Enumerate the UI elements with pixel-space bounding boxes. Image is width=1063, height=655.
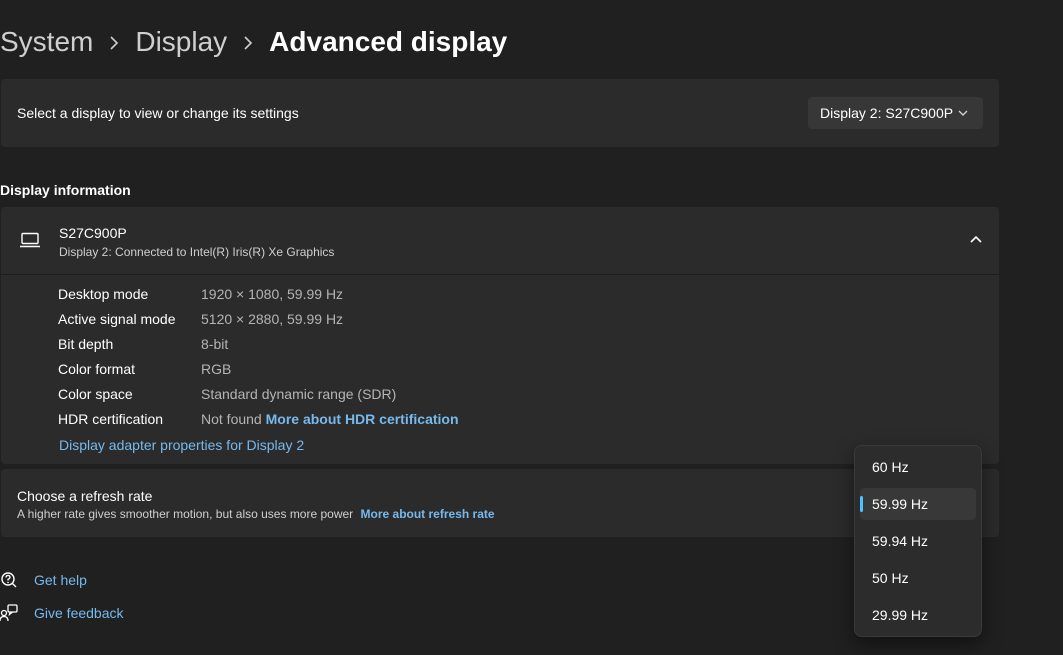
chevron-right-icon [93,32,135,53]
info-key: HDR certification [58,411,164,427]
display-select-card: Select a display to view or change its s… [1,79,999,147]
selection-indicator [860,496,863,512]
refresh-rate-link[interactable]: More about refresh rate [361,507,495,521]
page-title: Advanced display [269,26,508,57]
feedback-icon [0,604,18,622]
info-value: Not found More about HDR certification [201,411,459,427]
refresh-rate-description: A higher rate gives smoother motion, but… [17,507,495,521]
display-name: S27C900P [59,225,127,241]
refresh-rate-title: Choose a refresh rate [17,488,153,504]
refresh-rate-card: Choose a refresh rate A higher rate give… [1,469,999,537]
refresh-option-50[interactable]: 50 Hz [860,562,976,594]
info-value: Standard dynamic range (SDR) [201,386,397,402]
refresh-option-60[interactable]: 60 Hz [860,451,976,483]
display-information-header[interactable]: S27C900P Display 2: Connected to Intel(R… [1,207,999,274]
display-connection: Display 2: Connected to Intel(R) Iris(R)… [59,245,335,259]
give-feedback-label: Give feedback [34,605,124,621]
refresh-option-label: 29.99 Hz [872,607,929,623]
hdr-certification-link[interactable]: More about HDR certification [266,411,459,427]
chevron-down-icon [957,106,969,122]
info-value: RGB [201,361,232,377]
breadcrumb-system[interactable]: System [0,26,93,58]
help-icon [1,572,17,588]
refresh-option-59-94[interactable]: 59.94 Hz [860,525,976,557]
give-feedback-link[interactable]: Give feedback [0,602,124,624]
display-adapter-properties-link[interactable]: Display adapter properties for Display 2 [59,437,304,453]
display-select-label: Select a display to view or change its s… [17,105,299,121]
chevron-up-icon[interactable] [969,233,983,252]
get-help-link[interactable]: Get help [0,569,87,591]
breadcrumb-display[interactable]: Display [135,26,227,58]
info-key: Desktop mode [58,286,149,302]
refresh-option-label: 59.99 Hz [872,496,929,512]
info-key: Bit depth [58,336,114,352]
refresh-option-label: 50 Hz [872,570,909,586]
info-value: 5120 × 2880, 59.99 Hz [201,311,344,327]
info-key: Active signal mode [58,311,176,327]
display-information-heading: Display information [0,182,131,198]
display-select-dropdown[interactable]: Display 2: S27C900P [808,97,983,129]
info-key: Color space [58,386,133,402]
advanced-display-page: System Display Advanced display Select a… [0,0,1063,655]
display-information-details [1,275,999,464]
hdr-status: Not found [201,411,262,427]
breadcrumb: System Display Advanced display [0,22,507,62]
get-help-label: Get help [34,572,87,588]
info-value: 8-bit [201,336,229,352]
refresh-option-29-99[interactable]: 29.99 Hz [860,599,976,631]
display-select-value: Display 2: S27C900P [820,105,954,121]
refresh-option-59-99[interactable]: 59.99 Hz [860,488,976,520]
chevron-right-icon [227,32,269,53]
refresh-option-label: 59.94 Hz [872,533,929,549]
refresh-rate-flyout: 60 Hz 59.99 Hz 59.94 Hz 50 Hz 29.99 Hz [854,445,982,637]
laptop-icon [19,232,41,253]
info-key: Color format [58,361,136,377]
refresh-option-label: 60 Hz [872,459,909,475]
info-value: 1920 × 1080, 59.99 Hz [201,286,344,302]
refresh-rate-description-text: A higher rate gives smoother motion, but… [17,507,354,521]
